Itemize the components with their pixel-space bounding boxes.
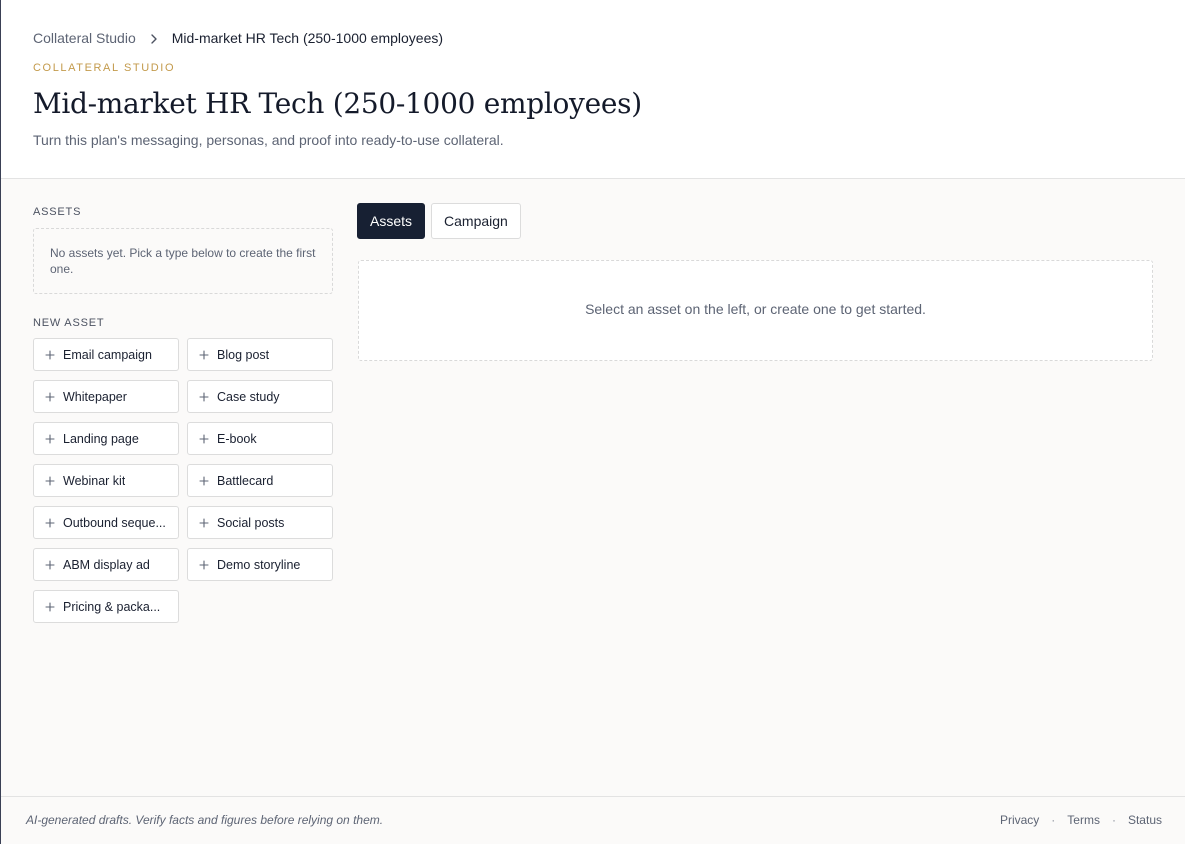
footer-link-terms[interactable]: Terms [1067, 813, 1100, 827]
plus-icon [199, 349, 209, 360]
asset-detail-empty-text: Select an asset on the left, or create o… [585, 301, 926, 317]
new-asset-label: ABM display ad [63, 557, 150, 572]
new-asset-button-pricing-packa[interactable]: Pricing & packa... [33, 590, 179, 623]
plus-icon [199, 391, 209, 402]
new-asset-label: Landing page [63, 431, 139, 446]
plus-icon [45, 601, 55, 612]
plus-icon [45, 391, 55, 402]
eyebrow-label: COLLATERAL STUDIO [33, 62, 176, 74]
new-asset-grid: Email campaign Blog post Whitepaper Case st… [33, 338, 333, 623]
tab-campaign[interactable]: Campaign [431, 203, 521, 239]
breadcrumb-root-link[interactable]: Collateral Studio [33, 30, 136, 47]
page-title: Mid-market HR Tech (250-1000 employees) [33, 87, 642, 120]
new-asset-label: Pricing & packa... [63, 599, 161, 614]
plus-icon [199, 517, 209, 528]
page-subtitle: Turn this plan's messaging, personas, an… [33, 132, 504, 148]
new-asset-label: Demo storyline [217, 557, 301, 572]
tab-bar: Assets Campaign [357, 203, 521, 239]
plus-icon [45, 349, 55, 360]
footer-link-status[interactable]: Status [1128, 813, 1162, 827]
new-asset-button-case-study[interactable]: Case study [187, 380, 333, 413]
new-asset-button-email-campaign[interactable]: Email campaign [33, 338, 179, 371]
new-asset-button-whitepaper[interactable]: Whitepaper [33, 380, 179, 413]
plus-icon [199, 559, 209, 570]
footer-disclaimer: AI-generated drafts. Verify facts and fi… [26, 813, 384, 827]
footer-separator: · [1051, 813, 1056, 827]
breadcrumb: Collateral Studio Mid-market HR Tech (25… [33, 30, 443, 47]
new-asset-label: Battlecard [217, 473, 274, 488]
new-asset-label: E-book [217, 431, 257, 446]
new-asset-button-landing-page[interactable]: Landing page [33, 422, 179, 455]
new-asset-button-e-book[interactable]: E-book [187, 422, 333, 455]
footer-separator: · [1111, 813, 1116, 827]
assets-section-label: ASSETS [33, 206, 82, 218]
plus-icon [45, 433, 55, 444]
asset-detail-empty-state: Select an asset on the left, or create o… [358, 260, 1153, 361]
new-asset-button-social-posts[interactable]: Social posts [187, 506, 333, 539]
new-asset-button-webinar-kit[interactable]: Webinar kit [33, 464, 179, 497]
new-asset-label: Whitepaper [63, 389, 127, 404]
new-asset-button-abm-display-ad[interactable]: ABM display ad [33, 548, 179, 581]
new-asset-label: Blog post [217, 347, 270, 362]
page-header: Collateral Studio Mid-market HR Tech (25… [1, 0, 1185, 179]
new-asset-section-label: NEW ASSET [33, 317, 105, 329]
new-asset-label: Email campaign [63, 347, 152, 362]
plus-icon [45, 517, 55, 528]
main-content: ASSETS No assets yet. Pick a type below … [1, 179, 1185, 796]
new-asset-button-demo-storyline[interactable]: Demo storyline [187, 548, 333, 581]
new-asset-button-battlecard[interactable]: Battlecard [187, 464, 333, 497]
new-asset-label: Case study [217, 389, 280, 404]
plus-icon [199, 475, 209, 486]
page-footer: AI-generated drafts. Verify facts and fi… [1, 796, 1185, 844]
new-asset-label: Social posts [217, 515, 285, 530]
breadcrumb-current: Mid-market HR Tech (250-1000 employees) [171, 30, 444, 46]
tab-assets[interactable]: Assets [357, 203, 426, 239]
assets-empty-state: No assets yet. Pick a type below to crea… [33, 228, 333, 294]
footer-links: Privacy · Terms · Status [1000, 813, 1162, 827]
new-asset-label: Outbound seque... [63, 515, 166, 530]
footer-link-privacy[interactable]: Privacy [1000, 813, 1039, 827]
new-asset-button-blog-post[interactable]: Blog post [187, 338, 333, 371]
new-asset-button-outbound-seque[interactable]: Outbound seque... [33, 506, 179, 539]
plus-icon [45, 559, 55, 570]
plus-icon [45, 475, 55, 486]
new-asset-label: Webinar kit [63, 473, 126, 488]
plus-icon [199, 433, 209, 444]
chevron-right-icon [150, 33, 158, 44]
